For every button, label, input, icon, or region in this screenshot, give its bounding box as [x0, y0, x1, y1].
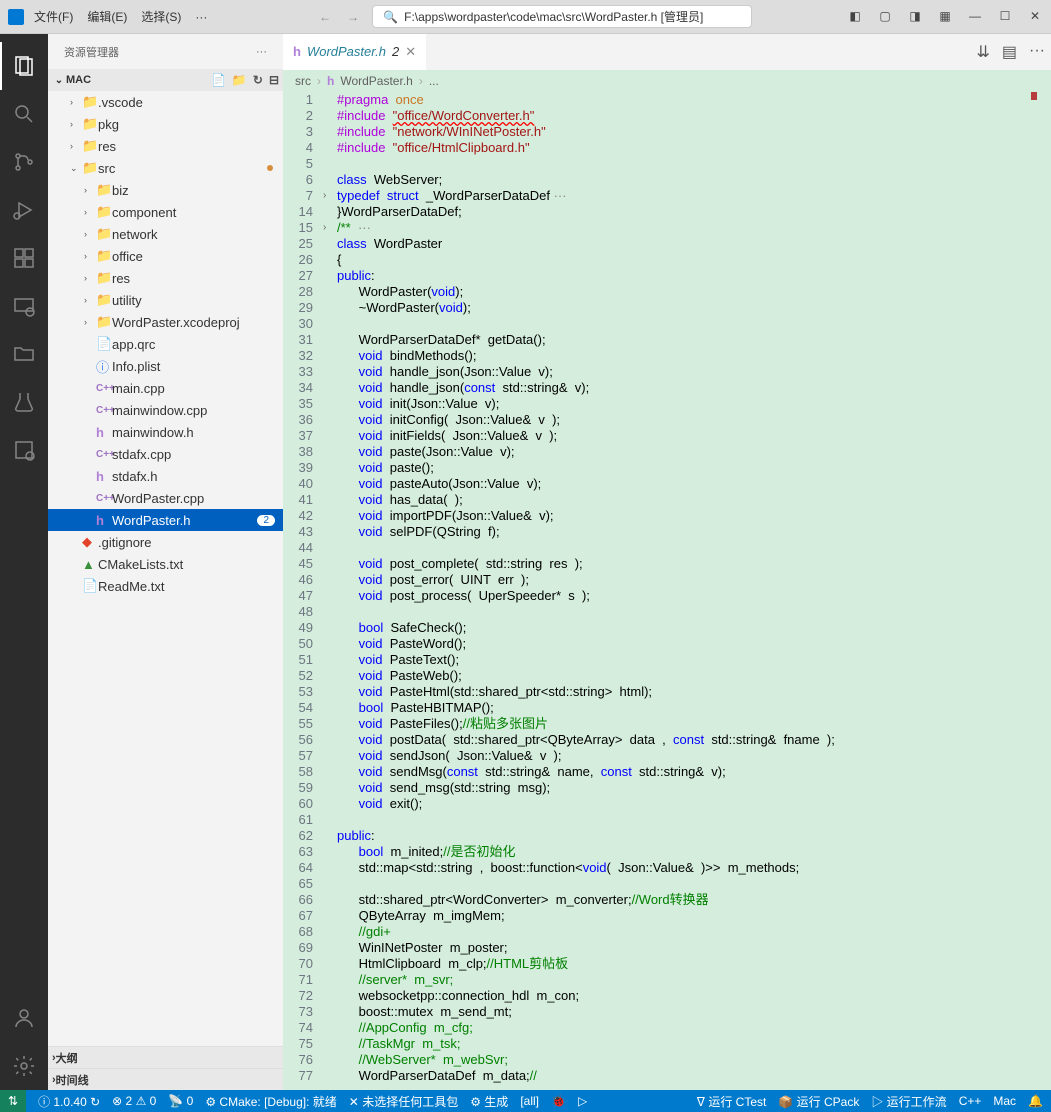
status-ctest[interactable]: ᐁ 运行 CTest — [697, 1093, 767, 1110]
editor-area: h WordPaster.h 2 ✕ ⇊ ▤ ··· src › h WordP… — [283, 34, 1051, 1090]
status-language[interactable]: C++ — [959, 1094, 982, 1108]
search-icon: 🔍 — [383, 10, 398, 24]
window-maximize-icon[interactable]: ☐ — [997, 9, 1013, 25]
tree-item-pkg[interactable]: ›📁pkg — [48, 113, 283, 135]
tab-filename: WordPaster.h — [307, 44, 386, 59]
layout-panel-icon[interactable]: ▢ — [877, 9, 893, 25]
remote-indicator[interactable]: ⇅ — [0, 1090, 26, 1112]
layout-customize-icon[interactable]: ▦ — [937, 9, 953, 25]
activity-bar — [0, 34, 48, 1090]
menu-select[interactable]: 选择(S) — [141, 8, 181, 25]
activity-project-icon[interactable] — [0, 426, 48, 474]
tree-item-utility[interactable]: ›📁utility — [48, 289, 283, 311]
sidebar-more-icon[interactable]: ··· — [256, 46, 267, 58]
overview-error-marker[interactable] — [1031, 92, 1037, 100]
tree-item-src[interactable]: ⌄📁src — [48, 157, 283, 179]
refresh-icon[interactable]: ↻ — [253, 73, 263, 87]
menu-edit[interactable]: 编辑(E) — [87, 8, 127, 25]
header-file-icon: h — [327, 74, 334, 88]
tree-item-CMakeLists-txt[interactable]: ▲CMakeLists.txt — [48, 553, 283, 575]
activity-search-icon[interactable] — [0, 90, 48, 138]
activity-testing-icon[interactable] — [0, 378, 48, 426]
editor-more-icon[interactable]: ··· — [1029, 42, 1045, 62]
new-folder-icon[interactable]: 📁 — [232, 73, 247, 87]
tree-item--vscode[interactable]: ›📁.vscode — [48, 91, 283, 113]
activity-account-icon[interactable] — [0, 994, 48, 1042]
tab-close-icon[interactable]: ✕ — [405, 44, 416, 60]
tree-item-app-qrc[interactable]: 📄app.qrc — [48, 333, 283, 355]
nav-back-icon[interactable]: ← — [316, 10, 334, 24]
activity-remote-icon[interactable] — [0, 282, 48, 330]
tree-item-WordPaster-xcodeproj[interactable]: ›📁WordPaster.xcodeproj — [48, 311, 283, 333]
collapse-icon[interactable]: ⊟ — [269, 73, 279, 87]
editor-tab[interactable]: h WordPaster.h 2 ✕ — [283, 34, 426, 70]
status-kit[interactable]: ✕ 未选择任何工具包 — [349, 1093, 458, 1110]
activity-settings-icon[interactable] — [0, 1042, 48, 1090]
tree-item-res[interactable]: ›📁res — [48, 135, 283, 157]
activity-extensions-icon[interactable] — [0, 234, 48, 282]
tree-item-stdafx-h[interactable]: hstdafx.h — [48, 465, 283, 487]
tab-problems-count: 2 — [392, 44, 399, 59]
tree-item-ReadMe-txt[interactable]: 📄ReadMe.txt — [48, 575, 283, 597]
file-tree: ›📁.vscode›📁pkg›📁res⌄📁src›📁biz›📁component… — [48, 91, 283, 1046]
status-cpack[interactable]: 📦 运行 CPack — [778, 1093, 859, 1110]
tree-item-res[interactable]: ›📁res — [48, 267, 283, 289]
tree-item-office[interactable]: ›📁office — [48, 245, 283, 267]
app-logo — [8, 9, 24, 25]
tree-item-network[interactable]: ›📁network — [48, 223, 283, 245]
header-file-icon: h — [293, 44, 301, 59]
tree-item-stdafx-cpp[interactable]: C++stdafx.cpp — [48, 443, 283, 465]
tree-item-Info-plist[interactable]: ⓘInfo.plist — [48, 355, 283, 377]
status-problems[interactable]: ⊗ 2 ⚠ 0 — [112, 1094, 156, 1108]
status-platform[interactable]: Mac — [993, 1094, 1016, 1108]
split-editor-icon[interactable]: ▤ — [1002, 42, 1017, 62]
titlebar: 文件(F) 编辑(E) 选择(S) ··· ← → 🔍 F:\apps\word… — [0, 0, 1051, 34]
activity-scm-icon[interactable] — [0, 138, 48, 186]
window-minimize-icon[interactable]: — — [967, 9, 983, 25]
menu-file[interactable]: 文件(F) — [34, 8, 73, 25]
workspace-name: MAC — [66, 74, 91, 86]
tree-item-main-cpp[interactable]: C++main.cpp — [48, 377, 283, 399]
window-close-icon[interactable]: ✕ — [1027, 9, 1043, 25]
status-ports[interactable]: 📡 0 — [168, 1094, 193, 1108]
code-editor[interactable]: 1234567141525262728293031323334353637383… — [283, 92, 1051, 1090]
layout-sidebar-left-icon[interactable]: ◧ — [847, 9, 863, 25]
status-notifications-icon[interactable]: 🔔 — [1028, 1094, 1043, 1108]
timeline-section[interactable]: ›时间线 — [48, 1068, 283, 1090]
status-bar: ⇅ ⓘ 1.0.40 ↻ ⊗ 2 ⚠ 0 📡 0 ⚙ CMake: [Debug… — [0, 1090, 1051, 1112]
sidebar-title: 资源管理器 ··· — [48, 34, 283, 69]
breadcrumb-segment[interactable]: src — [295, 74, 311, 88]
tree-item--gitignore[interactable]: ◆.gitignore — [48, 531, 283, 553]
tree-item-component[interactable]: ›📁component — [48, 201, 283, 223]
tree-item-biz[interactable]: ›📁biz — [48, 179, 283, 201]
tree-item-WordPaster-h[interactable]: hWordPaster.h2 — [48, 509, 283, 531]
status-target[interactable]: [all] — [520, 1094, 539, 1108]
sidebar-root-section[interactable]: ⌄ MAC 📄 📁 ↻ ⊟ — [48, 69, 283, 91]
tree-item-WordPaster-cpp[interactable]: C++WordPaster.cpp — [48, 487, 283, 509]
breadcrumb-segment[interactable]: WordPaster.h — [340, 74, 412, 88]
status-run-icon[interactable]: ▷ — [578, 1094, 587, 1108]
breadcrumb-segment[interactable]: ... — [429, 74, 439, 88]
new-file-icon[interactable]: 📄 — [211, 73, 226, 87]
status-cmake[interactable]: ⚙ CMake: [Debug]: 就绪 — [205, 1093, 336, 1110]
tree-item-mainwindow-cpp[interactable]: C++mainwindow.cpp — [48, 399, 283, 421]
nav-forward-icon[interactable]: → — [344, 10, 362, 24]
compare-icon[interactable]: ⇊ — [976, 42, 989, 62]
status-version[interactable]: ⓘ 1.0.40 ↻ — [38, 1093, 100, 1110]
status-workflow[interactable]: ▷ 运行工作流 — [871, 1093, 946, 1110]
breadcrumbs[interactable]: src › h WordPaster.h › ... — [283, 70, 1051, 92]
activity-folder-icon[interactable] — [0, 330, 48, 378]
layout-sidebar-right-icon[interactable]: ◨ — [907, 9, 923, 25]
search-text: F:\apps\wordpaster\code\mac\src\WordPast… — [404, 8, 703, 25]
tree-item-mainwindow-h[interactable]: hmainwindow.h — [48, 421, 283, 443]
menu-more[interactable]: ··· — [195, 10, 207, 24]
command-center[interactable]: 🔍 F:\apps\wordpaster\code\mac\src\WordPa… — [372, 5, 752, 28]
status-debug-icon[interactable]: 🐞 — [551, 1094, 566, 1108]
activity-debug-icon[interactable] — [0, 186, 48, 234]
editor-tabs: h WordPaster.h 2 ✕ ⇊ ▤ ··· — [283, 34, 1051, 70]
outline-section[interactable]: ›大纲 — [48, 1046, 283, 1068]
explorer-sidebar: 资源管理器 ··· ⌄ MAC 📄 📁 ↻ ⊟ ›📁.vscode›📁pkg›📁… — [48, 34, 283, 1090]
activity-explorer-icon[interactable] — [0, 42, 48, 90]
status-build[interactable]: ⚙ 生成 — [470, 1093, 508, 1110]
